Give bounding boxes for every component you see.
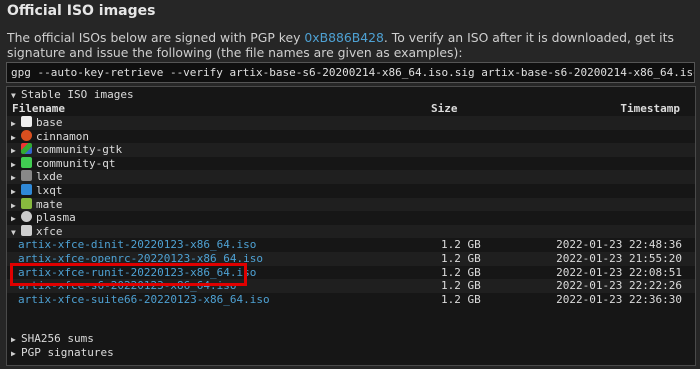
dir-row-cinnamon[interactable]: ▶ cinnamon	[7, 129, 695, 144]
sha256-label: SHA256 sums	[21, 332, 94, 345]
file-row: artix-xfce-runit-20220123-x86_64.iso 1.2…	[7, 266, 695, 280]
header-size[interactable]: Size	[431, 102, 458, 116]
xfce-icon	[21, 224, 32, 236]
collapsed-arrow-icon: ▶	[11, 335, 16, 344]
dir-name: xfce	[36, 224, 63, 238]
base-icon	[21, 116, 32, 127]
plasma-icon	[21, 211, 32, 223]
dir-row-lxde[interactable]: ▶ lxde	[7, 170, 695, 184]
collapsed-arrow-icon: ▶	[11, 173, 16, 183]
file-timestamp: 2022-01-23 22:08:51	[556, 265, 682, 279]
file-size: 1.2 GB	[441, 279, 481, 293]
qt-icon	[21, 156, 32, 168]
dir-name: lxde	[36, 170, 63, 184]
file-link[interactable]: artix-xfce-runit-20220123-x86_64.iso	[18, 266, 256, 280]
file-link[interactable]: artix-xfce-s6-20220123-x86_64.iso	[18, 279, 237, 293]
collapsed-arrow-icon: ▶	[11, 132, 16, 142]
file-row: artix-xfce-suite66-20220123-x86_64.iso 1…	[7, 293, 695, 307]
dir-name: lxqt	[36, 184, 63, 197]
description: The official ISOs below are signed with …	[7, 30, 695, 60]
file-link[interactable]: artix-xfce-suite66-20220123-x86_64.iso	[18, 293, 270, 307]
table-header: Filename Size Timestamp	[7, 102, 695, 116]
dir-row-mate[interactable]: ▶ mate	[7, 197, 695, 212]
collapsed-arrow-icon: ▶	[11, 214, 16, 224]
stable-iso-summary[interactable]: ▼ Stable ISO images	[11, 88, 695, 102]
file-timestamp: 2022-01-23 21:55:20	[556, 252, 682, 265]
dir-row-community-gtk[interactable]: ▶ community-gtk	[7, 143, 695, 157]
dir-name: plasma	[36, 211, 76, 225]
description-text-1: The official ISOs below are signed with …	[7, 30, 305, 45]
iso-panel: ▼ Stable ISO images Filename Size Timesta…	[6, 86, 696, 366]
file-link[interactable]: artix-xfce-openrc-20220123-x86_64.iso	[18, 252, 263, 266]
file-size: 1.2 GB	[441, 252, 481, 265]
file-timestamp: 2022-01-23 22:36:30	[556, 292, 682, 306]
collapsed-arrow-icon: ▶	[11, 200, 16, 210]
pgp-label: PGP signatures	[21, 346, 114, 359]
mate-icon	[21, 197, 32, 209]
file-link[interactable]: artix-xfce-dinit-20220123-x86_64.iso	[18, 238, 256, 252]
lxqt-icon	[21, 184, 32, 195]
collapsed-arrow-icon: ▶	[11, 187, 16, 196]
collapsed-arrow-icon: ▶	[11, 119, 16, 128]
collapsed-arrow-icon: ▶	[11, 349, 16, 358]
file-row: artix-xfce-s6-20220123-x86_64.iso 1.2 GB…	[7, 279, 695, 293]
file-size: 1.2 GB	[441, 238, 481, 252]
dir-row-lxqt[interactable]: ▶ lxqt	[7, 184, 695, 198]
file-row: artix-xfce-openrc-20220123-x86_64.iso 1.…	[7, 252, 695, 266]
dir-name: community-gtk	[36, 143, 123, 157]
dir-name: cinnamon	[36, 129, 89, 143]
pgp-key-link[interactable]: 0xB886B428	[304, 30, 384, 45]
dir-row-base[interactable]: ▶ base	[7, 116, 695, 130]
header-timestamp[interactable]: Timestamp	[620, 102, 680, 116]
dir-row-xfce[interactable]: ▼ xfce	[7, 224, 695, 239]
file-size: 1.2 GB	[441, 292, 481, 306]
file-timestamp: 2022-01-23 22:48:36	[556, 238, 682, 252]
stable-iso-label: Stable ISO images	[21, 88, 134, 101]
gtk-icon	[21, 143, 32, 155]
file-row: artix-xfce-dinit-20220123-x86_64.iso 1.2…	[7, 238, 695, 252]
expanded-arrow-icon: ▼	[11, 227, 16, 237]
collapsed-arrow-icon: ▶	[11, 146, 16, 156]
dir-name: mate	[36, 197, 63, 211]
lxde-icon	[21, 170, 32, 182]
collapsed-arrow-icon: ▶	[11, 159, 16, 169]
file-timestamp: 2022-01-23 22:22:26	[556, 279, 682, 293]
dir-row-plasma[interactable]: ▶ plasma	[7, 211, 695, 225]
file-size: 1.2 GB	[441, 265, 481, 279]
cinnamon-icon	[21, 129, 32, 141]
pgp-summary[interactable]: ▶ PGP signatures	[11, 346, 695, 360]
gpg-command[interactable]: gpg --auto-key-retrieve --verify artix-b…	[6, 62, 695, 83]
expanded-arrow-icon: ▼	[11, 91, 16, 100]
dir-name: base	[36, 116, 63, 129]
page-heading: Official ISO images	[7, 3, 156, 19]
dir-name: community-qt	[36, 156, 116, 170]
header-filename[interactable]: Filename	[12, 102, 65, 116]
dir-row-community-qt[interactable]: ▶ community-qt	[7, 156, 695, 171]
sha256-summary[interactable]: ▶ SHA256 sums	[11, 332, 695, 346]
